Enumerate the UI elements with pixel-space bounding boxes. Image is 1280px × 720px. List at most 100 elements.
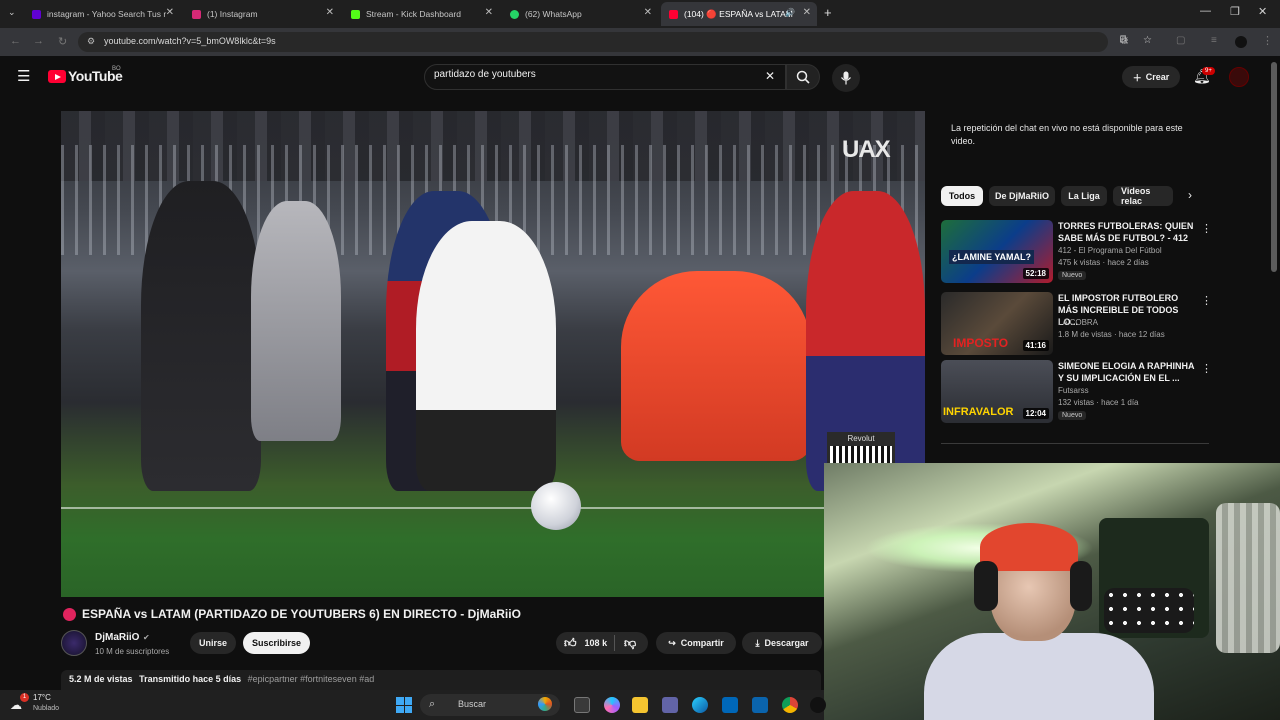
tab-youtube-active[interactable]: (104) 🔴 ESPAÑA vs LATAM 🔊 ✕ — [661, 2, 817, 26]
profile-avatar[interactable] — [1235, 36, 1247, 48]
cast-icon[interactable]: ⧉ — [1120, 35, 1127, 46]
windows-start-icon[interactable] — [396, 697, 412, 713]
search-box[interactable]: ✕ — [424, 64, 786, 90]
instagram-icon — [192, 9, 201, 19]
search-input[interactable] — [434, 69, 754, 80]
store-icon[interactable] — [722, 697, 738, 713]
video-title[interactable]: TORRES FUTBOLERAS: QUIEN SABE MÁS DE FUT… — [1058, 220, 1198, 244]
close-icon[interactable]: ✕ — [166, 7, 174, 18]
site-info-icon[interactable]: ⚙ — [87, 36, 95, 47]
new-tab-icon[interactable]: + — [824, 5, 832, 20]
thumbs-up-icon[interactable]: 👍︎ — [564, 636, 577, 651]
close-icon[interactable]: ✕ — [326, 7, 334, 18]
search-button[interactable] — [786, 64, 820, 90]
chip-videos-relacionados[interactable]: Videos relac — [1113, 186, 1173, 206]
tab-whatsapp[interactable]: (62) WhatsApp ✕ — [502, 4, 658, 24]
close-icon[interactable]: ✕ — [644, 7, 652, 18]
voice-search-button[interactable] — [832, 64, 860, 92]
thumbs-down-icon[interactable]: 👎︎ — [624, 636, 636, 651]
taskbar-search-placeholder: Buscar — [458, 699, 487, 709]
more-options-icon[interactable]: ⋮ — [1201, 362, 1212, 375]
share-button[interactable]: ↪ Compartir — [656, 632, 736, 654]
channel-avatar[interactable] — [61, 630, 87, 656]
tab-label: (104) 🔴 ESPAÑA vs LATAM — [684, 8, 793, 19]
subscriber-count: 10 M de suscriptores — [95, 647, 170, 656]
share-label: Compartir — [680, 638, 724, 648]
back-icon[interactable]: ← — [10, 35, 21, 47]
download-button[interactable]: ⤓ Descargar — [742, 632, 822, 654]
tab-instagram[interactable]: (1) Instagram ✕ — [184, 4, 340, 24]
bookmark-star-icon[interactable]: ☆ — [1143, 35, 1152, 46]
notification-count-badge: 9+ — [1202, 67, 1215, 75]
menu-dots-icon[interactable]: ⋮ — [1262, 34, 1273, 47]
app-icon[interactable] — [810, 697, 826, 713]
recommended-video[interactable]: IMPOSTO 41:16 EL IMPOSTOR FUTBOLERO MÁS … — [941, 292, 1212, 358]
page-scrollbar[interactable] — [1271, 62, 1277, 272]
tab-label: (1) Instagram — [207, 9, 258, 19]
more-options-icon[interactable]: ⋮ — [1201, 222, 1212, 235]
video-thumbnail[interactable]: IMPOSTO 41:16 — [941, 292, 1053, 355]
video-meta: 132 vistas · hace 1 día — [1058, 398, 1139, 407]
task-view-icon[interactable] — [574, 697, 590, 713]
weather-temperature[interactable]: 17°C — [33, 693, 51, 702]
create-button[interactable]: ＋ Crear — [1122, 66, 1180, 88]
chip-todos[interactable]: Todos — [941, 186, 983, 206]
streamed-date: Transmitido hace 5 días — [139, 674, 242, 684]
address-bar[interactable]: ⚙ youtube.com/watch?v=5_bmOW8lklc&t=9s ⎘ — [78, 32, 1128, 52]
description-box[interactable]: 5.2 M de vistas Transmitido hace 5 días … — [61, 670, 821, 690]
windows-taskbar: ☁ 1 17°C Nublado ⌕ Buscar — [0, 690, 826, 720]
like-count[interactable]: 108 k — [585, 638, 608, 648]
hashtags[interactable]: #epicpartner #fortniteseven #ad — [248, 674, 375, 684]
close-icon[interactable]: ✕ — [485, 7, 493, 18]
tab-yahoo[interactable]: instagram - Yahoo Search Tus r ✕ — [24, 4, 180, 24]
headset-right — [1070, 561, 1092, 611]
hamburger-menu-icon[interactable]: ☰ — [17, 67, 30, 85]
polka-dot-pillow — [1104, 588, 1194, 633]
more-options-icon[interactable]: ⋮ — [1201, 294, 1212, 307]
recommended-video[interactable]: INFRAVALOR 12:04 SIMEONE ELOGIA A RAPHIN… — [941, 360, 1212, 426]
join-button[interactable]: Unirse — [190, 632, 236, 654]
restore-icon[interactable]: ❐ — [1230, 5, 1240, 18]
outlook-icon[interactable] — [752, 697, 768, 713]
youtube-logo-icon[interactable] — [48, 70, 66, 83]
video-thumbnail[interactable]: INFRAVALOR 12:04 — [941, 360, 1053, 423]
video-meta: 1.8 M de vistas · hace 12 días — [1058, 330, 1165, 339]
video-title[interactable]: SIMEONE ELOGIA A RAPHINHA Y SU IMPLICACI… — [1058, 360, 1198, 384]
file-explorer-icon[interactable] — [632, 697, 648, 713]
thumbnail-text: IMPOSTO — [953, 336, 1009, 350]
speaker-icon[interactable]: 🔊 — [785, 8, 795, 17]
extensions-icon[interactable]: ▢ — [1176, 35, 1185, 46]
account-avatar[interactable] — [1229, 67, 1249, 87]
edge-icon[interactable] — [692, 697, 708, 713]
video-thumbnail[interactable]: ¿LAMINE YAMAL? 52:18 — [941, 220, 1053, 283]
close-icon[interactable]: ✕ — [803, 7, 811, 18]
video-player[interactable]: UAX Revolut — [61, 111, 925, 597]
recommended-video[interactable]: ¿LAMINE YAMAL? 52:18 TORRES FUTBOLERAS: … — [941, 220, 1212, 286]
channel-name[interactable]: LA COBRA — [1058, 318, 1098, 327]
teams-icon[interactable] — [662, 697, 678, 713]
channel-name[interactable]: Futsarss — [1058, 386, 1089, 395]
chip-la-liga[interactable]: La Liga — [1061, 186, 1107, 206]
subscribe-button[interactable]: Suscribirse — [243, 632, 310, 654]
reload-icon[interactable]: ↻ — [58, 35, 67, 48]
chrome-icon[interactable] — [782, 697, 798, 713]
tab-kick[interactable]: Stream - Kick Dashboard ✕ — [343, 4, 499, 24]
white-chair — [1216, 503, 1280, 653]
chevron-right-icon[interactable]: › — [1188, 188, 1192, 202]
clear-search-icon[interactable]: ✕ — [765, 69, 775, 83]
youtube-icon — [669, 9, 678, 19]
copilot-icon[interactable] — [604, 697, 620, 713]
forward-icon[interactable]: → — [33, 35, 44, 47]
country-code: BO — [112, 66, 121, 72]
whatsapp-icon — [510, 9, 519, 19]
reading-list-icon[interactable]: ≡ — [1211, 35, 1217, 46]
minimize-icon[interactable]: — — [1200, 5, 1211, 17]
channel-name[interactable]: 412 - El Programa Del Fútbol — [1058, 246, 1162, 255]
tab-search-icon[interactable]: ⌄ — [8, 7, 16, 18]
chip-djmariio[interactable]: De DjMaRiiO — [989, 186, 1055, 206]
window-close-icon[interactable]: ✕ — [1258, 5, 1267, 18]
channel-name[interactable]: DjMaRiiO — [95, 632, 139, 643]
chip-label: Todos — [948, 191, 976, 201]
weather-alert-badge: 1 — [20, 693, 29, 702]
taskbar-search-box[interactable]: ⌕ Buscar — [420, 694, 560, 716]
